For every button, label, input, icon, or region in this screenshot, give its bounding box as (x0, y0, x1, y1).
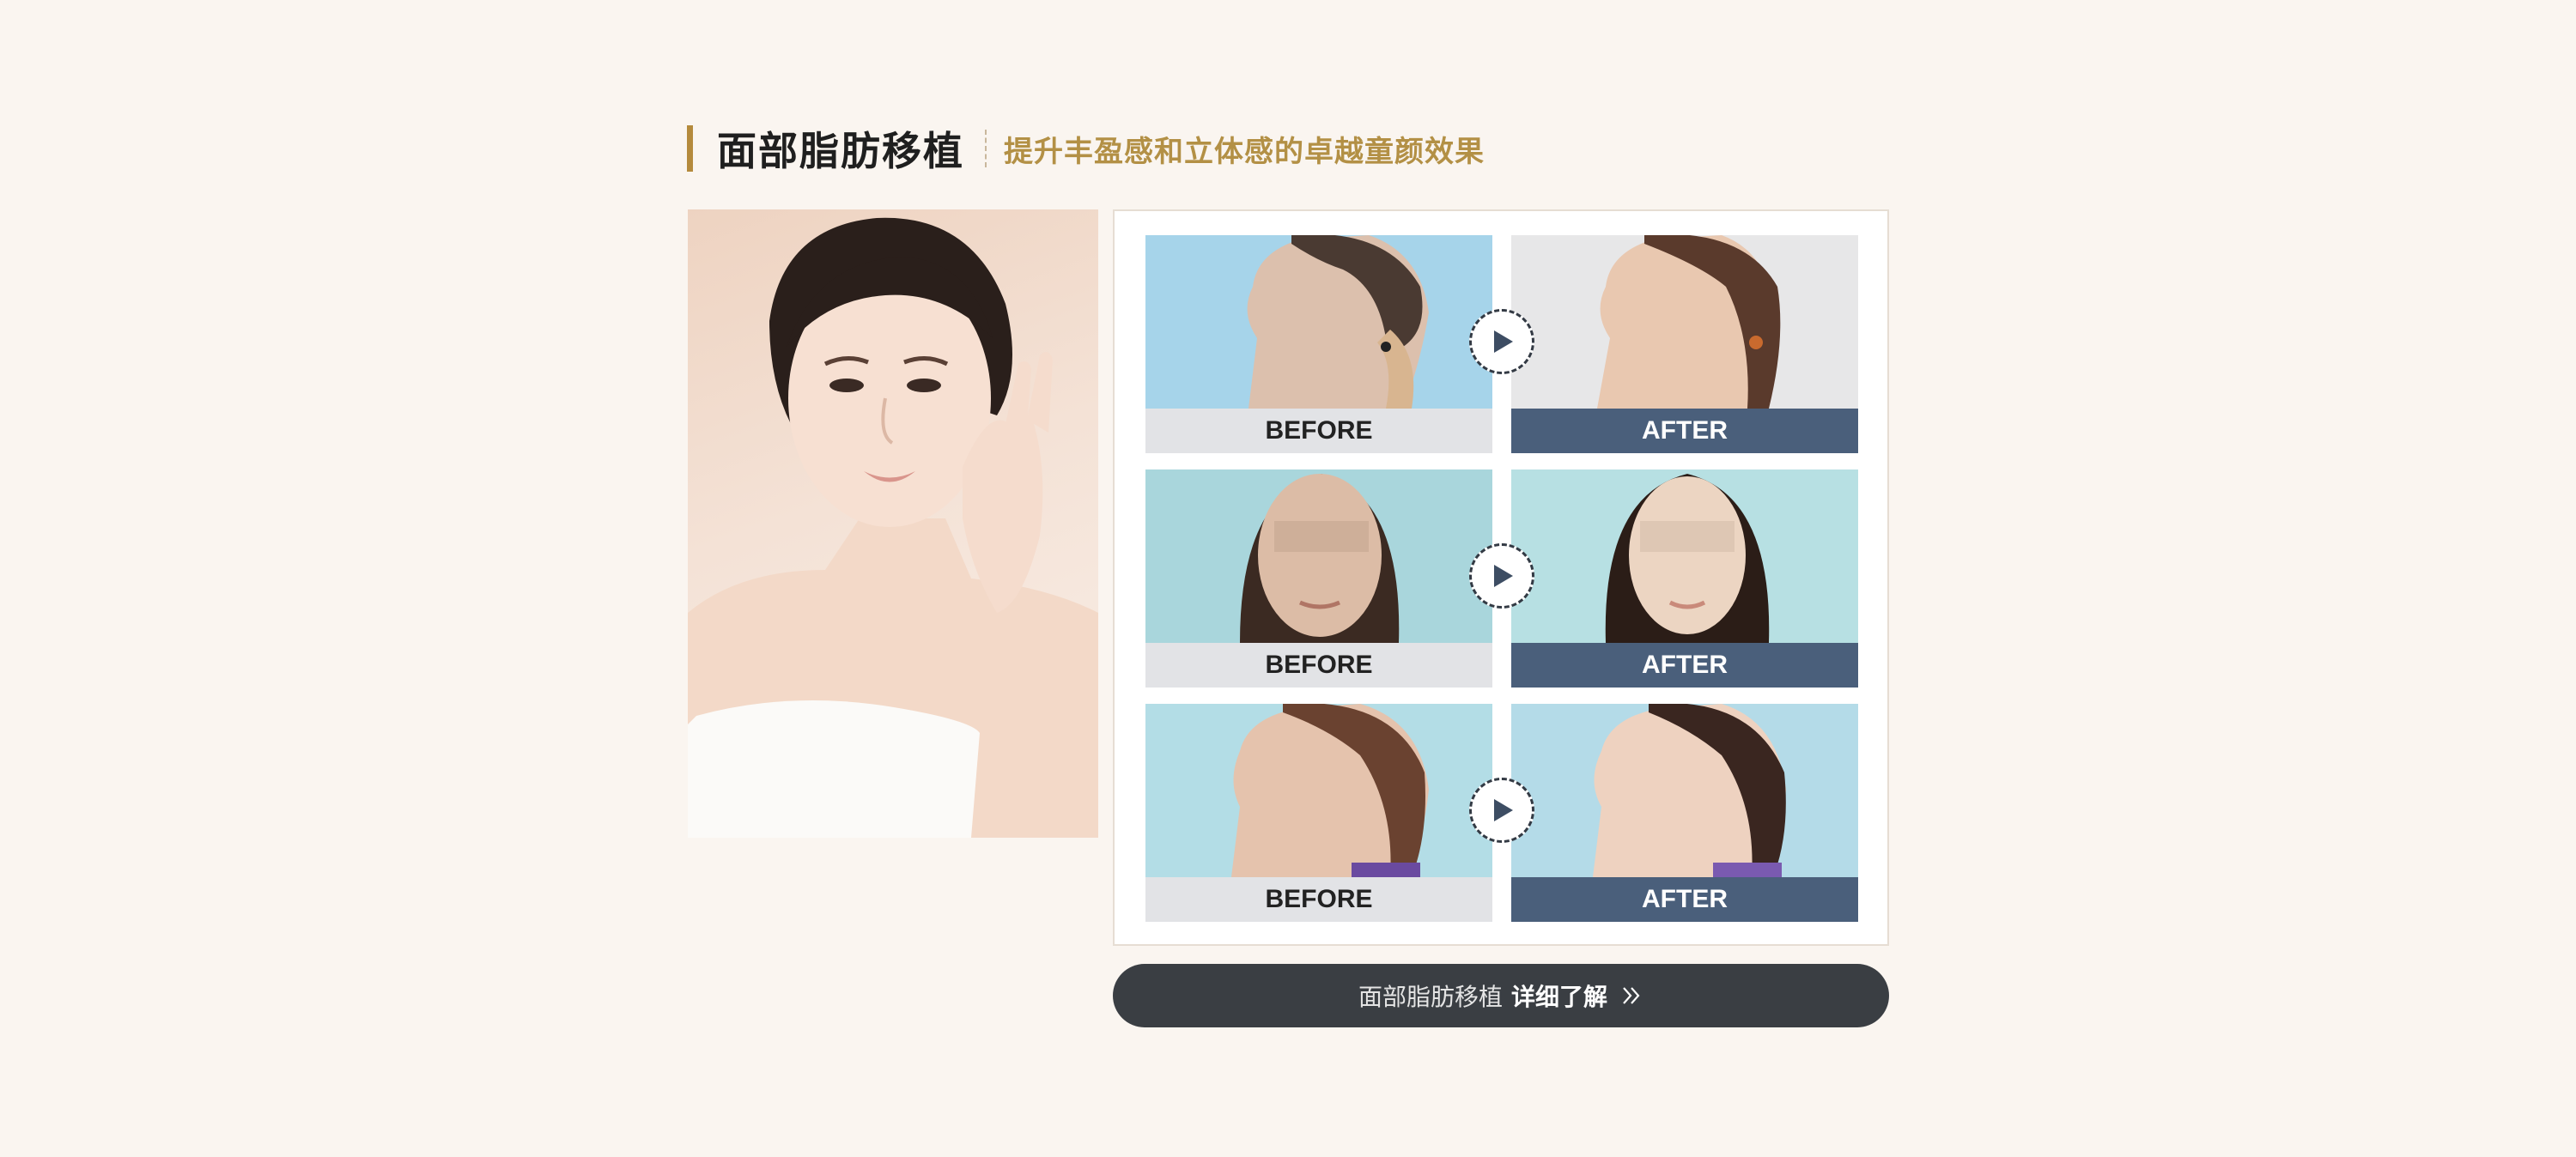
after-photo (1511, 235, 1858, 409)
before-photo (1145, 469, 1492, 643)
after-photo-card: AFTER (1511, 235, 1858, 453)
learn-more-button[interactable]: 面部脂肪移植 详细了解 (1113, 964, 1889, 1027)
play-icon (1494, 565, 1513, 587)
before-photo (1145, 704, 1492, 877)
comparison-row: BEFORE AFTER (1145, 235, 1858, 453)
after-photo (1511, 469, 1858, 643)
page-subtitle: 提升丰盈感和立体感的卓越童颜效果 (1004, 134, 1485, 169)
before-photo (1145, 235, 1492, 409)
cta-label-bold: 详细了解 (1511, 983, 1608, 1011)
section-header: 面部脂肪移植 提升丰盈感和立体感的卓越童颜效果 (687, 124, 1485, 174)
comparison-row: BEFORE AFTER (1145, 704, 1858, 922)
model-hero-photo (688, 209, 1098, 838)
header-divider (985, 130, 987, 167)
play-button[interactable] (1469, 543, 1534, 609)
after-photo-card: AFTER (1511, 469, 1858, 688)
before-after-panel: BEFORE AFTER BEFORE AFTER BEFORE AFTER (1113, 209, 1889, 946)
before-photo-card: BEFORE (1145, 469, 1492, 688)
before-photo-card: BEFORE (1145, 235, 1492, 453)
after-label: AFTER (1511, 643, 1858, 688)
double-chevron-right-icon (1621, 985, 1643, 1006)
header-accent-bar (687, 125, 693, 172)
before-label: BEFORE (1145, 409, 1492, 453)
after-label: AFTER (1511, 409, 1858, 453)
play-icon (1494, 799, 1513, 821)
before-label: BEFORE (1145, 643, 1492, 688)
play-icon (1494, 330, 1513, 353)
play-button[interactable] (1469, 309, 1534, 374)
after-label: AFTER (1511, 877, 1858, 922)
page-title: 面部脂肪移植 (717, 128, 964, 174)
comparison-row: BEFORE AFTER (1145, 469, 1858, 688)
after-photo (1511, 704, 1858, 877)
play-button[interactable] (1469, 778, 1534, 843)
cta-label-light: 面部脂肪移植 (1358, 983, 1503, 1011)
before-label: BEFORE (1145, 877, 1492, 922)
after-photo-card: AFTER (1511, 704, 1858, 922)
before-photo-card: BEFORE (1145, 704, 1492, 922)
